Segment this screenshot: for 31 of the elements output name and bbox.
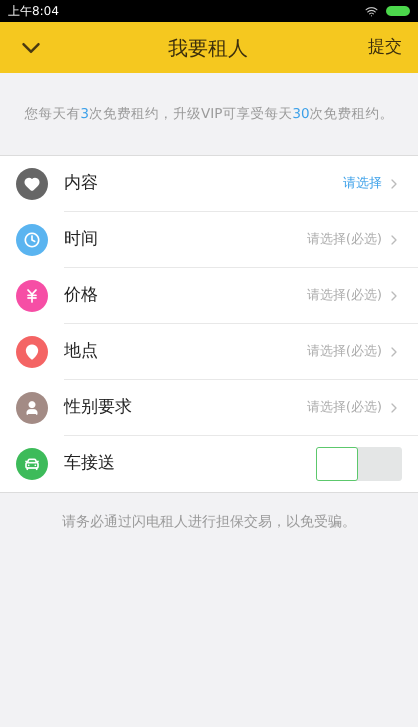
row-value: 请选择 [343,174,382,193]
row-value: 请选择(必选) [306,342,382,361]
row-label: 地点 [64,340,98,363]
row-label: 性别要求 [64,396,132,419]
form-row[interactable]: 地点 请选择(必选) [0,324,418,380]
toggle-thumb [316,447,358,481]
yen-icon [24,288,40,304]
form-row[interactable]: 价格 请选择(必选) [0,268,418,324]
row-label: 价格 [64,284,98,307]
clock-icon [24,232,40,248]
heart-icon [24,176,40,192]
car-icon [24,456,40,472]
notice-text: 您每天有3次免费租约，升级VIP可享受每天30次免费租约。 [24,104,394,124]
footer-note: 请务必通过闪电租人进行担保交易，以免受骗。 [62,512,356,532]
toggle-switch[interactable] [316,447,402,481]
person-icon [24,400,40,416]
status-time: 上午8:04 [8,3,59,20]
row-label: 车接送 [64,452,115,476]
map-pin-icon [24,344,40,360]
row-label: 时间 [64,228,98,251]
form-row[interactable]: 性别要求 请选择(必选) [0,380,418,436]
page-title: 我要租人 [168,34,248,62]
wifi-icon [365,4,378,18]
row-label: 内容 [64,172,98,195]
row-value: 请选择(必选) [306,230,382,249]
battery-icon [386,6,410,16]
form-row[interactable]: 时间 请选择(必选) [0,212,418,268]
form-row[interactable]: 内容 请选择 [0,156,418,212]
row-value: 请选择(必选) [306,286,382,305]
submit-button[interactable]: 提交 [368,34,402,60]
row-value: 请选择(必选) [306,398,382,417]
